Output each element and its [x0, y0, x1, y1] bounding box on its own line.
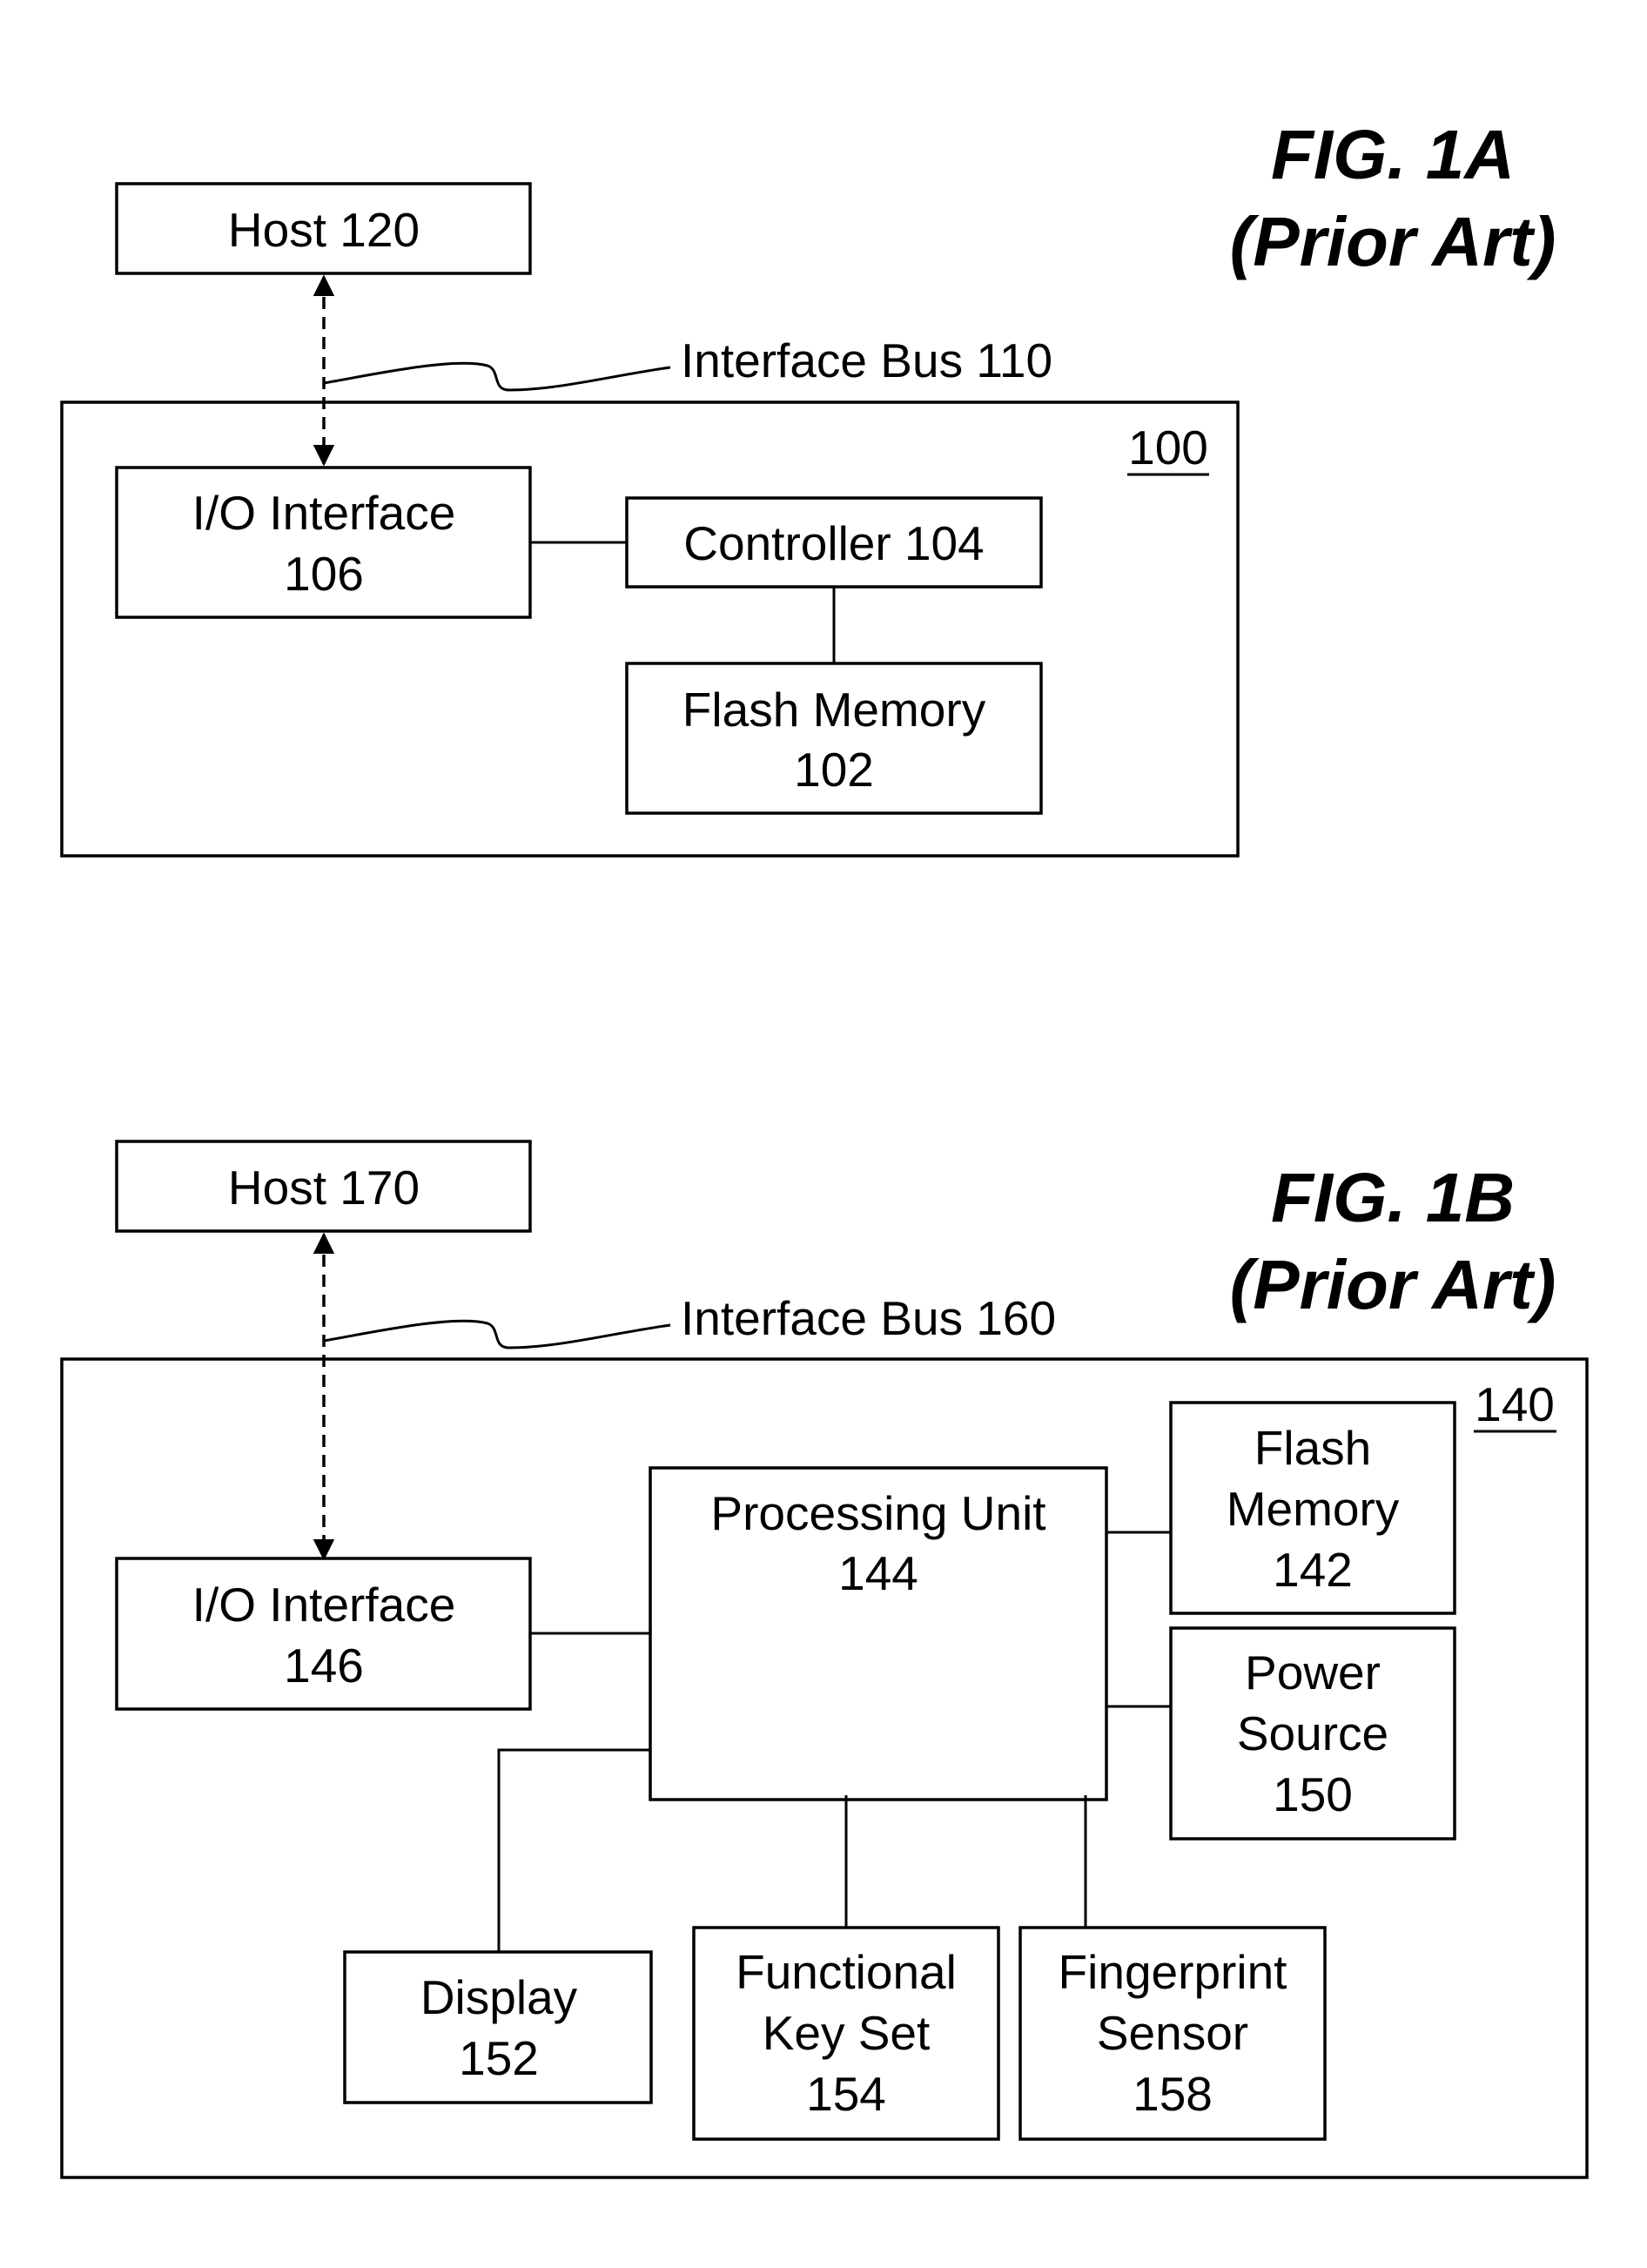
fingerprint-158-label-line1: Fingerprint — [1059, 1945, 1287, 1999]
display-152-label-line1: Display — [420, 1970, 578, 2024]
fig-1a: FIG. 1A (Prior Art) Host 120 Interface B… — [60, 116, 1556, 858]
controller-104-block: Controller 104 — [625, 496, 1043, 589]
bus-110-label: Interface Bus 110 — [681, 333, 1052, 387]
host-120-block: Host 120 — [115, 182, 532, 275]
flash-102-label-line2: 102 — [794, 743, 874, 797]
device-140-ref: 140 — [1475, 1377, 1555, 1431]
bus-160-leader — [323, 1319, 671, 1349]
processing-display-link — [497, 1748, 650, 1952]
keyset-154-label-line3: 154 — [806, 2067, 886, 2121]
io-106-label-line2: 106 — [284, 547, 364, 601]
flash-142-label-line3: 142 — [1273, 1543, 1353, 1597]
flash-142-label-line2: Memory — [1227, 1482, 1400, 1536]
fig-1b: FIG. 1B (Prior Art) Host 170 Interface B… — [60, 1140, 1589, 2179]
host-120-label: Host 120 — [228, 203, 420, 257]
keyset-154-label-line1: Functional — [736, 1945, 957, 1999]
host-170-label: Host 170 — [228, 1161, 420, 1215]
keyset-154-label-line2: Key Set — [763, 2006, 931, 2060]
fingerprint-158-label-line3: 158 — [1133, 2067, 1213, 2121]
fig-1b-subtitle: (Prior Art) — [1230, 1246, 1556, 1323]
controller-104-label: Controller 104 — [683, 516, 984, 570]
display-152-label-line2: 152 — [459, 2031, 539, 2085]
flash-102-block: Flash Memory 102 — [625, 662, 1043, 815]
fig-1b-title: FIG. 1B — [1271, 1159, 1515, 1236]
io-146-label-line1: I/O Interface — [192, 1578, 456, 1632]
io-106-block: I/O Interface 106 — [115, 466, 532, 619]
bus-160-label: Interface Bus 160 — [681, 1291, 1056, 1345]
io-106-label-line1: I/O Interface — [192, 486, 456, 540]
flash-142-label-line1: Flash — [1254, 1421, 1372, 1475]
flash-102-label-line1: Flash Memory — [682, 683, 986, 737]
fingerprint-158-block: Fingerprint Sensor 158 — [1018, 1926, 1327, 2141]
processing-144-label-line1: Processing Unit — [710, 1486, 1045, 1540]
host-170-block: Host 170 — [115, 1140, 532, 1233]
io-146-label-line2: 146 — [284, 1639, 364, 1693]
power-150-label-line3: 150 — [1273, 1767, 1353, 1821]
power-150-label-line2: Source — [1237, 1706, 1388, 1760]
processing-144-block: Processing Unit 144 — [649, 1466, 1108, 1801]
fig-1a-subtitle: (Prior Art) — [1230, 203, 1556, 280]
bus-110-leader — [323, 361, 671, 392]
keyset-154-block: Functional Key Set 154 — [692, 1926, 1000, 2141]
io-146-block: I/O Interface 146 — [115, 1557, 532, 1711]
device-100-ref: 100 — [1128, 421, 1208, 474]
power-150-block: Power Source 150 — [1169, 1626, 1456, 1841]
fig-1a-title: FIG. 1A — [1271, 116, 1515, 193]
processing-144-label-line2: 144 — [838, 1546, 918, 1600]
patent-figure-sheet: FIG. 1A (Prior Art) Host 120 Interface B… — [60, 116, 1589, 2179]
flash-142-block: Flash Memory 142 — [1169, 1401, 1456, 1615]
fingerprint-158-label-line2: Sensor — [1097, 2006, 1248, 2060]
display-152-block: Display 152 — [343, 1950, 653, 2104]
power-150-label-line1: Power — [1245, 1645, 1381, 1699]
